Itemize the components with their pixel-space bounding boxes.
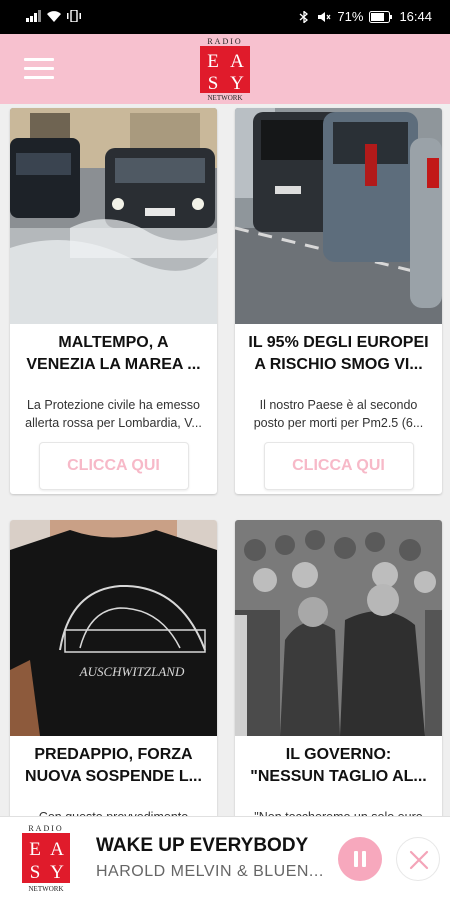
app-header: RADIO E A S Y NETWORK — [0, 34, 450, 104]
close-icon — [409, 850, 429, 870]
mini-player: RADIO E A S Y NETWORK WAKE UP EVERYBODY … — [0, 816, 450, 900]
logo-letter-e: E — [207, 51, 219, 72]
bluetooth-icon — [299, 10, 309, 23]
news-title[interactable]: PREDAPPIO, FORZA NUOVA SOSPENDE L... — [10, 736, 217, 802]
read-more-button[interactable]: CLICCA QUI — [38, 442, 189, 490]
song-title: WAKE UP EVERYBODY — [96, 835, 309, 856]
menu-icon[interactable] — [24, 58, 54, 80]
news-title[interactable]: IL 95% DEGLI EUROPEI A RISCHIO SMOG VI..… — [235, 324, 442, 390]
clock: 16:44 — [399, 9, 432, 24]
song-artist: HAROLD MELVIN & BLUEN... — [96, 863, 324, 880]
pause-button[interactable] — [338, 837, 382, 881]
news-image-historic-crowd[interactable] — [235, 520, 442, 736]
player-logo-letter-s: S — [30, 862, 41, 883]
status-bar: 71% 16:44 — [0, 0, 450, 34]
battery-percent: 71% — [337, 9, 364, 24]
news-summary: Con questo provvedimento — [10, 802, 217, 816]
news-card[interactable]: MALTEMPO, A VENEZIA LA MAREA ... La Prot… — [10, 108, 217, 494]
player-logo-letter-e: E — [29, 839, 41, 860]
player-logo: RADIO E A S Y NETWORK — [22, 824, 70, 893]
radio-easy-logo[interactable]: RADIO E A S Y NETWORK — [197, 36, 253, 102]
news-title[interactable]: MALTEMPO, A VENEZIA LA MAREA ... — [10, 324, 217, 390]
news-image-flooded-street[interactable] — [10, 108, 217, 324]
close-player-button[interactable] — [396, 837, 440, 881]
news-summary: La Protezione civile ha emesso allerta r… — [25, 398, 202, 430]
news-card[interactable]: IL 95% DEGLI EUROPEI A RISCHIO SMOG VI..… — [235, 108, 442, 494]
player-logo-letter-y: Y — [50, 862, 64, 883]
logo-letter-a: A — [230, 51, 244, 72]
news-summary: Il nostro Paese è al secondo posto per m… — [253, 398, 424, 430]
logo-letter-s: S — [208, 73, 219, 94]
news-image-tshirt[interactable]: AUSCHWITZLAND — [10, 520, 217, 736]
player-logo-top-text: RADIO — [28, 824, 63, 833]
news-card[interactable]: AUSCHWITZLAND PREDAPPIO, FORZA NUOVA SOS… — [10, 520, 217, 816]
pause-icon — [354, 851, 358, 867]
news-image-traffic-cars[interactable] — [235, 108, 442, 324]
mute-icon — [318, 11, 331, 22]
read-more-button[interactable]: CLICCA QUI — [263, 442, 414, 490]
vibrate-icon — [67, 10, 81, 22]
battery-icon — [369, 10, 393, 23]
pause-icon — [362, 851, 366, 867]
player-logo-letter-a: A — [50, 839, 64, 860]
news-title[interactable]: IL GOVERNO: "NESSUN TAGLIO AL... — [235, 736, 442, 802]
signal-icon — [26, 10, 41, 22]
logo-top-text: RADIO — [207, 37, 242, 46]
tshirt-print-text: AUSCHWITZLAND — [79, 664, 185, 679]
player-logo-bottom-text: NETWORK — [29, 885, 64, 893]
wifi-icon — [47, 11, 61, 22]
news-summary: "Non toccheremo un solo euro — [235, 802, 442, 816]
logo-bottom-text: NETWORK — [208, 94, 243, 102]
news-card[interactable]: IL GOVERNO: "NESSUN TAGLIO AL... "Non to… — [235, 520, 442, 816]
logo-letter-y: Y — [230, 73, 244, 94]
news-grid: MALTEMPO, A VENEZIA LA MAREA ... La Prot… — [0, 104, 450, 816]
